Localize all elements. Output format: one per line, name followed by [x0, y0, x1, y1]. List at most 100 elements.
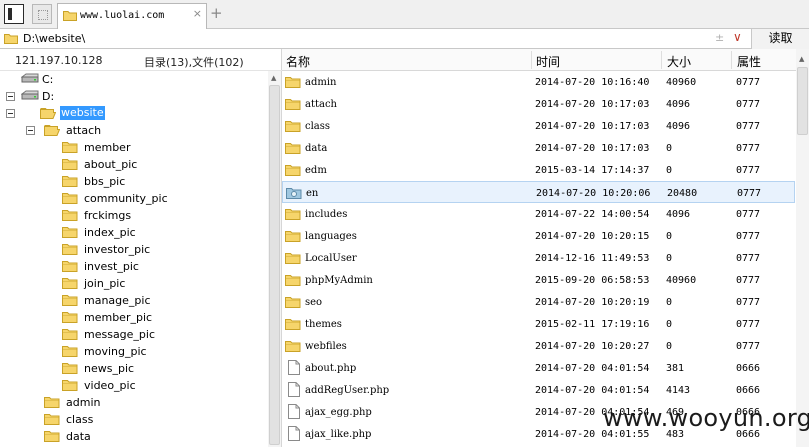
column-time[interactable]: 时间: [536, 53, 560, 70]
tree-scrollbar[interactable]: ▲: [268, 71, 281, 447]
column-divider[interactable]: [531, 51, 532, 69]
tree-item-label: attach: [66, 124, 102, 137]
folder-icon: [62, 328, 78, 343]
file-row[interactable]: data 2014-07-20 10:17:03 0 0777: [282, 137, 795, 159]
file-time: 2014-07-20 10:20:27: [535, 341, 650, 352]
file-row[interactable]: about.php 2014-07-20 04:01:54 381 0666: [282, 357, 795, 379]
scroll-up-icon[interactable]: ▲: [799, 55, 804, 63]
file-list-scrollbar[interactable]: ▲: [796, 49, 809, 447]
tree-item-label: D:: [42, 90, 55, 103]
column-size[interactable]: 大小: [667, 53, 691, 70]
file-row[interactable]: webfiles 2014-07-20 10:20:27 0 0777: [282, 335, 795, 357]
tree-item[interactable]: community_pic: [0, 190, 266, 207]
folder-icon: [285, 142, 301, 157]
folder-icon: [285, 76, 301, 91]
tree-item[interactable]: invest_pic: [0, 258, 266, 275]
folder-icon: [62, 243, 78, 258]
column-divider[interactable]: [731, 51, 732, 69]
tree-item[interactable]: website: [0, 105, 266, 122]
file-name: edm: [305, 165, 327, 176]
file-time: 2014-07-20 10:17:03: [535, 143, 650, 154]
tree-item[interactable]: frckimgs: [0, 207, 266, 224]
file-size: 20480: [667, 188, 698, 199]
panel-toggle-button[interactable]: [4, 4, 24, 24]
folder-icon: [44, 413, 60, 428]
folder-icon: [62, 277, 78, 292]
tree-item[interactable]: C:: [0, 71, 266, 88]
file-name: attach: [305, 99, 338, 110]
column-perm[interactable]: 属性: [737, 53, 761, 70]
file-row[interactable]: seo 2014-07-20 10:20:19 0 0777: [282, 291, 795, 313]
folder-icon: [285, 120, 301, 135]
tree-item-label: community_pic: [84, 192, 168, 205]
file-size: 381: [666, 363, 685, 374]
watermark: www.wooyun.org: [603, 404, 809, 432]
scroll-thumb[interactable]: [269, 85, 280, 445]
scroll-up-icon[interactable]: ▲: [271, 74, 276, 82]
sort-icon[interactable]: ±: [715, 31, 724, 44]
file-time: 2014-07-20 04:01:54: [535, 363, 650, 374]
file-size: 4096: [666, 121, 691, 132]
file-row[interactable]: LocalUser 2014-12-16 11:49:53 0 0777: [282, 247, 795, 269]
tree-item[interactable]: video_pic: [0, 377, 266, 394]
tree-item-label: manage_pic: [84, 294, 151, 307]
file-row[interactable]: en 2014-07-20 10:20:06 20480 0777: [282, 181, 795, 203]
file-row[interactable]: addRegUser.php 2014-07-20 04:01:54 4143 066…: [282, 379, 795, 401]
tree-item-label: class: [66, 413, 94, 426]
file-row[interactable]: languages 2014-07-20 10:20:15 0 0777: [282, 225, 795, 247]
file-name: LocalUser: [305, 253, 357, 264]
column-name[interactable]: 名称: [286, 53, 310, 70]
folder-icon: [285, 340, 301, 355]
tree-item[interactable]: member_pic: [0, 309, 266, 326]
tree-item-label: admin: [66, 396, 101, 409]
tree-item[interactable]: admin: [0, 394, 266, 411]
chevron-down-icon[interactable]: ∨: [733, 30, 742, 44]
tree-item-label: news_pic: [84, 362, 135, 375]
new-window-button[interactable]: [32, 4, 52, 24]
tree-item[interactable]: manage_pic: [0, 292, 266, 309]
path-input[interactable]: D:\website\: [23, 32, 85, 45]
scroll-thumb[interactable]: [797, 67, 808, 135]
tree-item[interactable]: member: [0, 139, 266, 156]
file-row[interactable]: class 2014-07-20 10:17:03 4096 0777: [282, 115, 795, 137]
drive-icon: [20, 73, 39, 86]
file-row[interactable]: phpMyAdmin 2015-09-20 06:58:53 40960 0777: [282, 269, 795, 291]
tree-item[interactable]: join_pic: [0, 275, 266, 292]
collapse-toggle[interactable]: [6, 92, 15, 101]
tree-item[interactable]: investor_pic: [0, 241, 266, 258]
tree-item[interactable]: bbs_pic: [0, 173, 266, 190]
special-folder-icon: [286, 187, 302, 202]
tree-item[interactable]: moving_pic: [0, 343, 266, 360]
file-icon: [288, 360, 300, 378]
column-divider[interactable]: [661, 51, 662, 69]
file-icon: [288, 404, 300, 422]
collapse-toggle[interactable]: [6, 109, 15, 118]
read-button[interactable]: 读取: [751, 29, 809, 49]
tree-item[interactable]: index_pic: [0, 224, 266, 241]
tree-item-label: video_pic: [84, 379, 136, 392]
file-row[interactable]: themes 2015-02-11 17:19:16 0 0777: [282, 313, 795, 335]
tree-item[interactable]: attach: [0, 122, 266, 139]
tree-item-label: investor_pic: [84, 243, 151, 256]
add-tab-button[interactable]: +: [210, 5, 223, 21]
tree-item[interactable]: about_pic: [0, 156, 266, 173]
file-row[interactable]: admin 2014-07-20 10:16:40 40960 0777: [282, 71, 795, 93]
tab-site[interactable]: www.luolai.com ×: [57, 3, 207, 29]
file-row[interactable]: edm 2015-03-14 17:14:37 0 0777: [282, 159, 795, 181]
folder-icon: [62, 141, 78, 156]
folder-icon: [285, 208, 301, 223]
tree-item[interactable]: class: [0, 411, 266, 428]
tree-item[interactable]: data: [0, 428, 266, 445]
file-list-header: 名称 时间 大小 属性: [282, 49, 809, 71]
tree-item[interactable]: D:: [0, 88, 266, 105]
file-time: 2014-07-20 10:20:06: [536, 188, 651, 199]
close-icon[interactable]: ×: [193, 7, 202, 20]
file-row[interactable]: includes 2014-07-22 14:00:54 4096 0777: [282, 203, 795, 225]
file-name: ajax_egg.php: [305, 407, 372, 418]
tree-item[interactable]: message_pic: [0, 326, 266, 343]
tree-item-label: website: [60, 106, 105, 120]
file-size: 0: [666, 341, 673, 352]
collapse-toggle[interactable]: [26, 126, 35, 135]
tree-item[interactable]: news_pic: [0, 360, 266, 377]
file-row[interactable]: attach 2014-07-20 10:17:03 4096 0777: [282, 93, 795, 115]
